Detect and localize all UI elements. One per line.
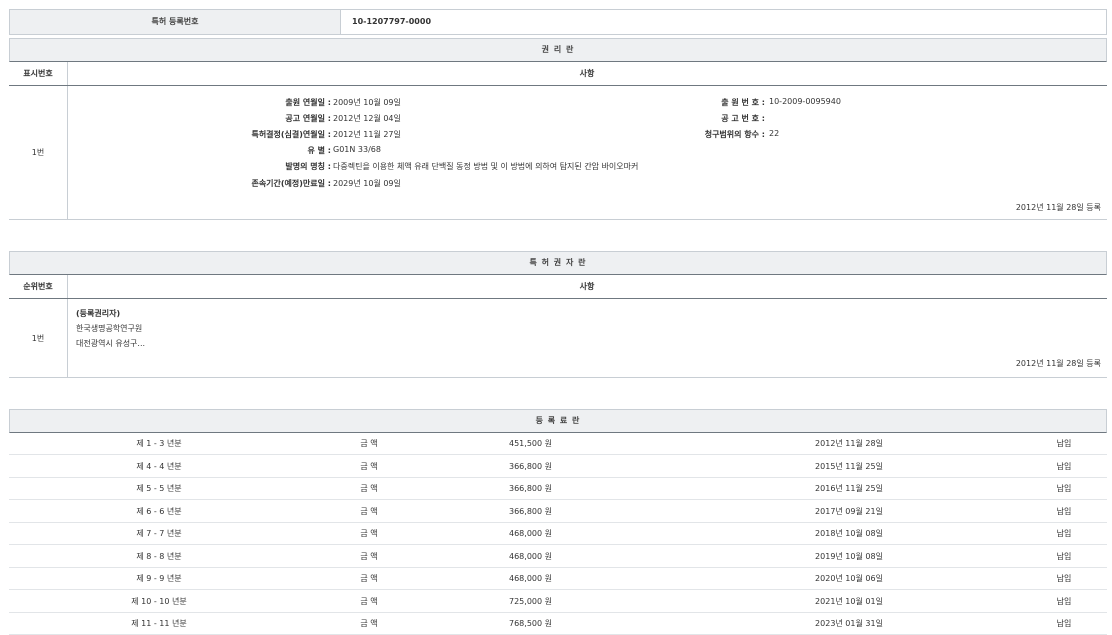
rights-field-label: 공고 연월일 : xyxy=(71,113,331,124)
rights-row-number: 1번 xyxy=(9,86,68,219)
rights-field-label: 공 고 번 호 : xyxy=(365,113,765,124)
fee-amount: 366,800 원 xyxy=(509,501,629,523)
fee-amount: 468,000 원 xyxy=(509,546,629,568)
fee-amount: 366,800 원 xyxy=(509,456,629,478)
holders-row: 1번 (등록권리자) 한국생명공학연구원 대전광역시 유성구... 2012년 … xyxy=(9,299,1107,378)
fee-status: 납입 xyxy=(1009,478,1112,500)
fee-date: 2020년 10월 06일 xyxy=(769,568,929,590)
rights-field-label: 청구범위의 항수 : xyxy=(365,129,765,140)
fee-row: 제 8 - 8 년분금 액468,000 원2019년 10월 08일납입 xyxy=(9,546,1107,568)
fee-date: 2017년 09월 21일 xyxy=(769,501,929,523)
fee-amount: 468,000 원 xyxy=(509,523,629,545)
fee-period: 제 1 - 3 년분 xyxy=(9,433,309,455)
rights-field-label: 출원 연월일 : xyxy=(71,97,331,108)
fee-amount: 468,000 원 xyxy=(509,568,629,590)
rights-field-label: 발명의 명칭 : xyxy=(71,161,331,172)
fee-period: 제 7 - 7 년분 xyxy=(9,523,309,545)
fee-row: 제 10 - 10 년분금 액725,000 원2021년 10월 01일납입 xyxy=(9,591,1107,613)
holder-address: 대전광역시 유성구... xyxy=(76,338,145,349)
holders-header-row: 순위번호 사항 xyxy=(9,275,1107,299)
rights-field-label: 특허결정(심결)연월일 : xyxy=(71,129,331,140)
rights-field-label: 존속기간(예정)만료일 : xyxy=(71,178,331,189)
fee-date: 2018년 10월 08일 xyxy=(769,523,929,545)
fee-period: 제 6 - 6 년분 xyxy=(9,501,309,523)
fee-status: 납입 xyxy=(1009,591,1112,613)
holder-role: (등록권리자) xyxy=(76,308,120,319)
fee-amount-label: 금 액 xyxy=(339,433,399,455)
rights-field-value: G01N 33/68 xyxy=(333,145,381,154)
fee-status: 납입 xyxy=(1009,568,1112,590)
fee-status: 납입 xyxy=(1009,501,1112,523)
rights-field-label: 출 원 번 호 : xyxy=(365,97,765,108)
rights-row: 1번 출원 연월일 :2009년 10월 09일공고 연월일 :2012년 12… xyxy=(9,86,1107,220)
fee-amount: 725,000 원 xyxy=(509,591,629,613)
fee-row: 제 7 - 7 년분금 액468,000 원2018년 10월 08일납입 xyxy=(9,523,1107,545)
fee-row: 제 6 - 6 년분금 액366,800 원2017년 09월 21일납입 xyxy=(9,501,1107,523)
holders-section-title: 특 허 권 자 란 xyxy=(9,251,1107,275)
fee-row: 제 4 - 4 년분금 액366,800 원2015년 11월 25일납입 xyxy=(9,456,1107,478)
rights-section-title: 권 리 란 xyxy=(9,38,1107,62)
rights-col-number: 표시번호 xyxy=(9,62,68,85)
fees-section-title: 등 록 료 란 xyxy=(9,409,1107,433)
fee-amount: 768,500 원 xyxy=(509,613,629,635)
fee-date: 2015년 11월 25일 xyxy=(769,456,929,478)
fee-amount-label: 금 액 xyxy=(339,613,399,635)
rights-field-value: 다중렉틴을 이용한 체액 유래 단백질 동정 방법 및 이 방법에 의하여 탐지… xyxy=(333,161,638,172)
fee-amount-label: 금 액 xyxy=(339,546,399,568)
fee-date: 2016년 11월 25일 xyxy=(769,478,929,500)
rights-field-label: 유 별 : xyxy=(71,145,331,156)
rights-header-row: 표시번호 사항 xyxy=(9,62,1107,86)
fee-status: 납입 xyxy=(1009,613,1112,635)
fee-amount-label: 금 액 xyxy=(339,591,399,613)
fee-row: 제 1 - 3 년분금 액451,500 원2012년 11월 28일납입 xyxy=(9,433,1107,455)
fee-amount: 366,800 원 xyxy=(509,478,629,500)
rights-field-value: 10-2009-0095940 xyxy=(769,97,841,106)
fee-period: 제 8 - 8 년분 xyxy=(9,546,309,568)
fee-period: 제 4 - 4 년분 xyxy=(9,456,309,478)
fee-row: 제 11 - 11 년분금 액768,500 원2023년 01월 31일납입 xyxy=(9,613,1107,635)
fee-row: 제 9 - 9 년분금 액468,000 원2020년 10월 06일납입 xyxy=(9,568,1107,590)
fee-status: 납입 xyxy=(1009,546,1112,568)
fee-status: 납입 xyxy=(1009,523,1112,545)
fee-period: 제 9 - 9 년분 xyxy=(9,568,309,590)
holders-col-number: 순위번호 xyxy=(9,275,68,298)
fee-amount-label: 금 액 xyxy=(339,523,399,545)
holders-registration-stamp: 2012년 11월 28일 등록 xyxy=(1016,358,1101,369)
rights-field-value: 2029년 10월 09일 xyxy=(333,178,401,189)
rights-registration-stamp: 2012년 11월 28일 등록 xyxy=(1016,202,1101,213)
fee-status: 납입 xyxy=(1009,456,1112,478)
fee-amount-label: 금 액 xyxy=(339,456,399,478)
holders-col-details: 사항 xyxy=(67,275,1107,298)
fee-row: 제 5 - 5 년분금 액366,800 원2016년 11월 25일납입 xyxy=(9,478,1107,500)
fee-amount: 451,500 원 xyxy=(509,433,629,455)
registration-bar: 특허 등록번호 10-1207797-0000 xyxy=(9,9,1107,35)
fee-date: 2023년 01월 31일 xyxy=(769,613,929,635)
rights-col-details: 사항 xyxy=(67,62,1107,85)
holders-row-number: 1번 xyxy=(9,299,68,377)
fee-period: 제 11 - 11 년분 xyxy=(9,613,309,635)
fee-date: 2019년 10월 08일 xyxy=(769,546,929,568)
fee-period: 제 10 - 10 년분 xyxy=(9,591,309,613)
registration-number: 10-1207797-0000 xyxy=(352,10,431,34)
fee-amount-label: 금 액 xyxy=(339,478,399,500)
fee-amount-label: 금 액 xyxy=(339,501,399,523)
fee-status: 납입 xyxy=(1009,433,1112,455)
fee-period: 제 5 - 5 년분 xyxy=(9,478,309,500)
fee-amount-label: 금 액 xyxy=(339,568,399,590)
holder-name: 한국생명공학연구원 xyxy=(76,323,142,334)
rights-field-value: 22 xyxy=(769,129,779,138)
registration-label: 특허 등록번호 xyxy=(10,10,341,34)
fee-date: 2012년 11월 28일 xyxy=(769,433,929,455)
fee-date: 2021년 10월 01일 xyxy=(769,591,929,613)
